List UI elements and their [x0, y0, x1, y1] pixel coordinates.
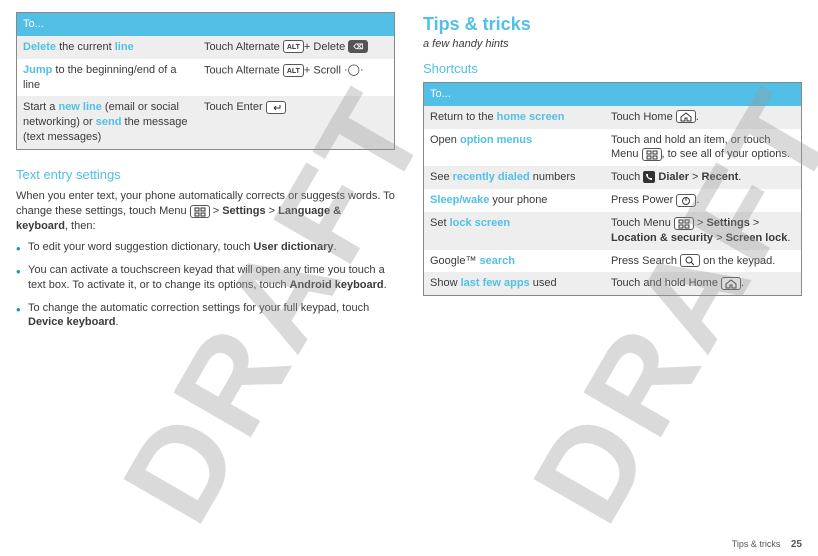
- page-subtitle: a few handy hints: [423, 38, 802, 50]
- row-instruction: Touch Alternate ALT+ Delete ⌫: [198, 36, 395, 59]
- left-table: To... Delete the current lineTouch Alter…: [16, 12, 395, 150]
- row-instruction: Touch and hold an item, or touch Menu , …: [605, 129, 802, 167]
- search-icon: [680, 254, 700, 267]
- row-instruction: Touch Alternate ALT+ Scroll ·◯·: [198, 59, 395, 97]
- row-action: Set lock screen: [424, 212, 605, 250]
- key-icon: ALT: [283, 64, 304, 77]
- row-action: Google™ search: [424, 250, 605, 273]
- row-instruction: Touch Menu > Settings > Location & secur…: [605, 212, 802, 250]
- menu-icon: [190, 205, 210, 218]
- list-item: To change the automatic correction setti…: [16, 301, 395, 331]
- table-row: Jump to the beginning/end of a lineTouch…: [17, 59, 395, 97]
- table-row: See recently dialed numbersTouch Dialer …: [424, 166, 802, 189]
- row-instruction: Press Search on the keypad.: [605, 250, 802, 273]
- row-action: Sleep/wake your phone: [424, 189, 605, 212]
- home-icon: [676, 110, 696, 123]
- menu-icon: [642, 148, 662, 161]
- footer-label: Tips & tricks: [732, 539, 781, 549]
- list-item: To edit your word suggestion dictionary,…: [16, 240, 395, 255]
- footer: Tips & tricks 25: [732, 539, 802, 550]
- row-action: Open option menus: [424, 129, 605, 167]
- settings-bullets: To edit your word suggestion dictionary,…: [16, 240, 395, 330]
- row-action: Start a new line (email or social networ…: [17, 96, 198, 149]
- row-action: Return to the home screen: [424, 106, 605, 129]
- table-row: Open option menusTouch and hold an item,…: [424, 129, 802, 167]
- home-icon: [721, 277, 741, 290]
- table-row: Set lock screenTouch Menu > Settings > L…: [424, 212, 802, 250]
- dialer-icon: [643, 171, 655, 183]
- left-column: To... Delete the current lineTouch Alter…: [16, 12, 395, 338]
- shortcuts-heading: Shortcuts: [423, 60, 802, 78]
- power-icon: [676, 194, 696, 207]
- right-table-header: To...: [424, 82, 802, 105]
- row-action: See recently dialed numbers: [424, 166, 605, 189]
- right-column: Tips & tricks a few handy hints Shortcut…: [423, 12, 802, 338]
- table-row: Delete the current lineTouch Alternate A…: [17, 36, 395, 59]
- left-table-header: To...: [17, 13, 395, 36]
- table-row: Google™ searchPress Search on the keypad…: [424, 250, 802, 273]
- settings-paragraph: When you enter text, your phone automati…: [16, 189, 395, 234]
- right-table: To... Return to the home screenTouch Hom…: [423, 82, 802, 296]
- text-entry-heading: Text entry settings: [16, 166, 395, 184]
- row-instruction: Touch Home .: [605, 106, 802, 129]
- page-title: Tips & tricks: [423, 12, 802, 36]
- table-row: Start a new line (email or social networ…: [17, 96, 395, 149]
- row-action: Show last few apps used: [424, 272, 605, 295]
- footer-page: 25: [791, 539, 802, 550]
- table-row: Show last few apps usedTouch and hold Ho…: [424, 272, 802, 295]
- row-instruction: Touch Enter: [198, 96, 395, 149]
- scroll-icon: ·◯·: [344, 63, 364, 78]
- table-row: Return to the home screenTouch Home .: [424, 106, 802, 129]
- row-instruction: Touch Dialer > Recent.: [605, 166, 802, 189]
- enter-icon: [266, 101, 286, 114]
- row-action: Jump to the beginning/end of a line: [17, 59, 198, 97]
- key-icon: ⌫: [348, 40, 368, 53]
- row-instruction: Press Power .: [605, 189, 802, 212]
- row-instruction: Touch and hold Home .: [605, 272, 802, 295]
- menu-icon: [674, 217, 694, 230]
- list-item: You can activate a touchscreen keyad tha…: [16, 263, 395, 293]
- key-icon: ALT: [283, 40, 304, 53]
- row-action: Delete the current line: [17, 36, 198, 59]
- table-row: Sleep/wake your phonePress Power .: [424, 189, 802, 212]
